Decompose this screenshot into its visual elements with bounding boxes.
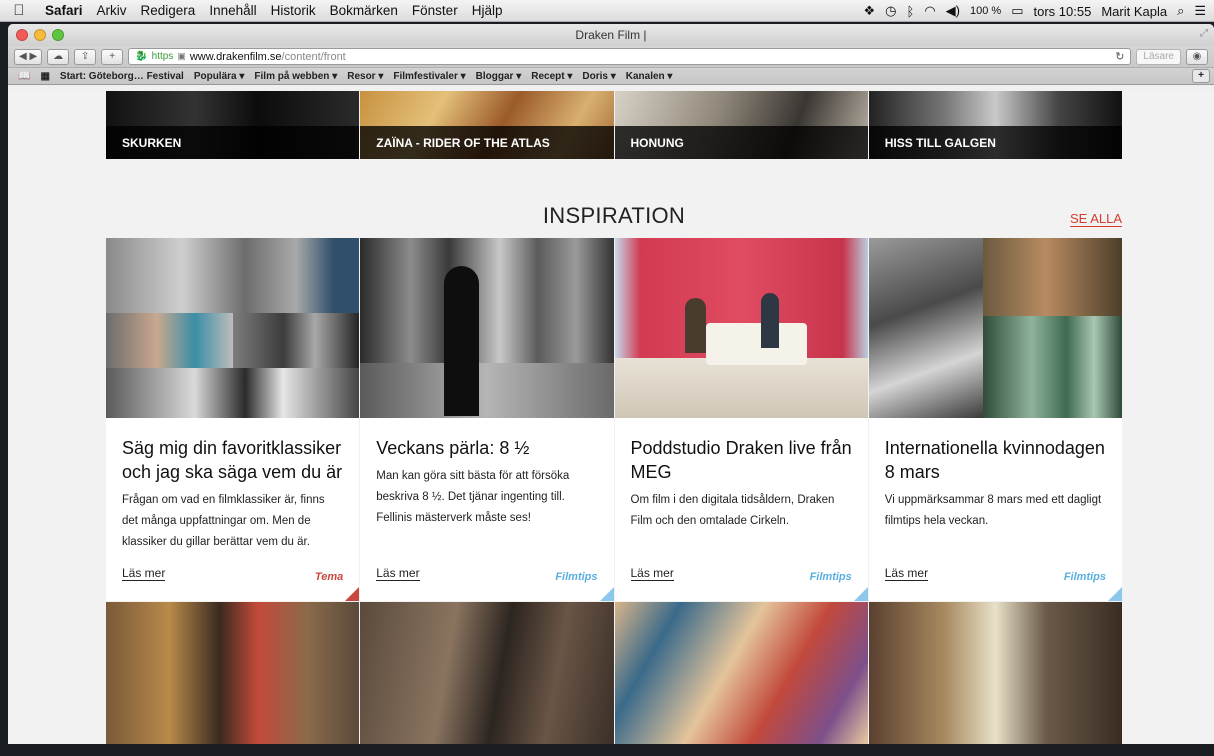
top-sites-icon[interactable]: ▦: [40, 71, 49, 82]
title-bar: Draken Film | ⤢: [8, 24, 1214, 46]
menu-redigera[interactable]: Redigera: [134, 3, 203, 18]
card-text: Vi uppmärksammar 8 mars med ett dagligt …: [884, 494, 1102, 527]
inspiration-card[interactable]: Internationella kvinnodagen 8 mars Vi up…: [868, 238, 1122, 601]
card-image[interactable]: [360, 602, 614, 744]
bookmark-bloggar[interactable]: Bloggar ▾: [476, 71, 522, 82]
bookmark-filmfestivaler[interactable]: Filmfestivaler ▾: [393, 71, 465, 82]
add-tab-icon[interactable]: +: [1192, 69, 1210, 83]
card-title[interactable]: Poddstudio Draken live från MEG: [631, 436, 852, 484]
card-category[interactable]: Filmtips: [1064, 571, 1106, 583]
film-title: HISS TILL GALGEN: [868, 126, 1122, 159]
film-title: SKURKEN: [106, 126, 360, 159]
spotlight-icon[interactable]: ⌕: [1177, 3, 1184, 19]
menu-innehall[interactable]: Innehåll: [202, 3, 263, 18]
bookmark-recept[interactable]: Recept ▾: [531, 71, 572, 82]
card-text: Man kan göra sitt bästa för att försöka …: [376, 470, 570, 524]
film-title: HONUNG: [614, 126, 868, 159]
menu-bokmarken[interactable]: Bokmärken: [323, 3, 405, 18]
film-tile[interactable]: HISS TILL GALGEN: [868, 91, 1122, 159]
card-image[interactable]: [868, 602, 1122, 744]
user-name[interactable]: Marit Kapla: [1101, 4, 1167, 19]
bookmark-resor[interactable]: Resor ▾: [347, 71, 383, 82]
dropbox-icon[interactable]: ❖: [864, 3, 876, 19]
url-scheme: https: [151, 51, 174, 62]
card-category[interactable]: Filmtips: [810, 571, 852, 583]
menu-arkiv[interactable]: Arkiv: [90, 3, 134, 18]
inspiration-card[interactable]: Veckans pärla: 8 ½ Man kan göra sitt bäs…: [360, 238, 614, 601]
corner-marker: [1108, 587, 1122, 601]
read-more-link[interactable]: Läs mer: [376, 566, 420, 581]
inspiration-card[interactable]: Poddstudio Draken live från MEG Om film …: [614, 238, 868, 601]
battery-icon: ▭: [1011, 3, 1024, 18]
bookmark-kanalen[interactable]: Kanalen ▾: [626, 71, 673, 82]
clock[interactable]: tors 10:55: [1033, 4, 1091, 19]
share-button[interactable]: ⇪: [74, 48, 97, 65]
address-bar[interactable]: 🐉 https ▣ www.drakenfilm.se /content/fro…: [128, 48, 1132, 65]
browser-toolbar: ◀ ▶ ☁ ⇪ + 🐉 https ▣ www.drakenfilm.se /c…: [8, 46, 1214, 68]
film-tile[interactable]: ZAÏNA - RIDER OF THE ATLAS: [360, 91, 614, 159]
site-icon: 🐉: [135, 51, 148, 62]
more-cards-row: [106, 602, 1122, 744]
corner-marker: [599, 587, 614, 601]
browser-window: Draken Film | ⤢ ◀ ▶ ☁ ⇪ + 🐉 https ▣ www.…: [8, 24, 1214, 744]
film-tile[interactable]: SKURKEN: [106, 91, 360, 159]
card-title[interactable]: Veckans pärla: 8 ½: [376, 436, 597, 460]
card-title[interactable]: Säg mig din favoritklassiker och jag ska…: [122, 436, 343, 484]
url-path: /content/front: [281, 50, 346, 63]
corner-marker: [853, 587, 868, 601]
read-more-link[interactable]: Läs mer: [630, 566, 674, 581]
bookmark-film-pa-webben[interactable]: Film på webben ▾: [254, 71, 337, 82]
notification-icon[interactable]: ☰: [1194, 3, 1206, 19]
film-tile[interactable]: HONUNG: [614, 91, 868, 159]
inspiration-cards: Säg mig din favoritklassiker och jag ska…: [106, 238, 1122, 601]
scrollbar[interactable]: [1206, 91, 1214, 744]
card-image: [868, 238, 1122, 418]
bookmark-populara[interactable]: Populära ▾: [194, 71, 245, 82]
card-category[interactable]: Filmtips: [555, 571, 597, 583]
wifi-icon[interactable]: ◠: [924, 3, 935, 19]
menu-hjalp[interactable]: Hjälp: [465, 3, 510, 18]
menu-historik[interactable]: Historik: [264, 3, 323, 18]
bookmark-start[interactable]: Start: Göteborg… Festival: [60, 71, 184, 82]
card-image: [360, 238, 614, 418]
card-text: Om film i den digitala tidsåldern, Drake…: [630, 494, 835, 527]
menu-bar:  Safari Arkiv Redigera Innehåll Histori…: [0, 0, 1214, 22]
card-title[interactable]: Internationella kvinnodagen 8 mars: [885, 436, 1106, 484]
bluetooth-icon[interactable]: ᛒ: [907, 4, 915, 19]
bookmarks-bar: 📖 ▦ Start: Göteborg… Festival Populära ▾…: [8, 68, 1214, 85]
back-button[interactable]: ◀ ▶: [14, 48, 43, 65]
film-strip: SKURKEN ZAÏNA - RIDER OF THE ATLAS HONUN…: [106, 91, 1122, 159]
read-more-link[interactable]: Läs mer: [122, 566, 166, 581]
card-image[interactable]: [614, 602, 868, 744]
inspiration-card[interactable]: Säg mig din favoritklassiker och jag ska…: [106, 238, 360, 601]
fullscreen-icon[interactable]: ⤢: [1200, 28, 1208, 39]
card-text: Frågan om vad en filmklassiker är, finns…: [122, 494, 325, 548]
menu-app[interactable]: Safari: [38, 3, 90, 18]
see-all-link[interactable]: SE ALLA: [1069, 211, 1122, 227]
battery-status[interactable]: 100 %: [970, 5, 1001, 17]
icloud-tabs-button[interactable]: ☁: [47, 48, 70, 65]
new-tab-button[interactable]: +: [101, 48, 124, 65]
corner-marker: [345, 587, 360, 601]
apple-icon[interactable]: : [0, 2, 38, 19]
card-image: [614, 238, 868, 418]
reading-list-icon[interactable]: 📖: [18, 71, 30, 82]
card-image: [106, 238, 360, 418]
reader-button[interactable]: Läsare: [1136, 48, 1181, 65]
lock-icon: ▣: [177, 51, 186, 61]
reload-icon[interactable]: ↻: [1115, 50, 1124, 63]
film-title: ZAÏNA - RIDER OF THE ATLAS: [360, 126, 614, 159]
section-heading: INSPIRATION: [542, 203, 686, 228]
bookmark-doris[interactable]: Doris ▾: [582, 71, 615, 82]
downloads-button[interactable]: ◉: [1186, 48, 1208, 65]
url-domain: www.drakenfilm.se: [189, 50, 282, 63]
volume-icon[interactable]: ◀): [946, 3, 960, 19]
time-machine-icon[interactable]: ◷: [885, 3, 896, 19]
read-more-link[interactable]: Läs mer: [884, 566, 929, 581]
card-category[interactable]: Tema: [315, 571, 343, 583]
web-page: SKURKEN ZAÏNA - RIDER OF THE ATLAS HONUN…: [8, 91, 1214, 744]
card-image[interactable]: [106, 602, 360, 744]
menu-fonster[interactable]: Fönster: [405, 3, 465, 18]
window-title: Draken Film |: [575, 28, 647, 42]
